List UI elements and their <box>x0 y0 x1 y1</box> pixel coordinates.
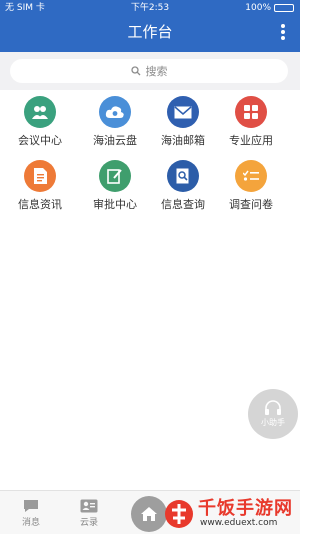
app-approval[interactable]: 审批中心 <box>80 160 150 212</box>
app-info-query[interactable]: 信息查询 <box>148 160 218 212</box>
watermark-url: www.eduext.com <box>200 518 278 528</box>
document-icon <box>24 160 56 192</box>
app-label: 会议中心 <box>18 134 62 147</box>
checklist-icon <box>235 160 267 192</box>
tab-contacts[interactable]: 云录 <box>64 497 114 528</box>
search-input[interactable]: 搜索 <box>10 59 288 83</box>
tab-messages[interactable]: 消息 <box>6 497 56 528</box>
contacts-icon <box>64 497 114 515</box>
search-icon <box>130 66 140 76</box>
tab-label: 消息 <box>21 518 40 528</box>
cloud-icon <box>99 96 131 128</box>
watermark-name: 千饭手游网 <box>198 498 293 519</box>
app-label: 信息资讯 <box>18 198 62 211</box>
app-label: 海油邮箱 <box>161 134 205 147</box>
app-survey[interactable]: 调查问卷 <box>216 160 286 212</box>
battery-status: 100% <box>245 0 294 16</box>
watermark: 千饭手游网 www.eduext.com <box>160 494 300 534</box>
app-header: 无 SIM 卡 下午2:53 100% 工作台 <box>0 0 300 52</box>
assistant-button[interactable]: 小助手 <box>248 389 298 439</box>
status-bar: 无 SIM 卡 下午2:53 100% <box>0 0 300 16</box>
app-label: 专业应用 <box>229 134 273 147</box>
message-icon <box>6 497 56 515</box>
app-mailbox[interactable]: 海油邮箱 <box>148 96 218 148</box>
watermark-logo <box>165 500 193 528</box>
app-cloud-disk[interactable]: 海油云盘 <box>80 96 150 148</box>
home-icon <box>141 507 157 521</box>
edit-icon <box>99 160 131 192</box>
battery-percent: 100% <box>245 3 271 13</box>
grid-icon <box>235 96 267 128</box>
page-title: 工作台 <box>127 23 173 41</box>
more-menu-button[interactable] <box>280 24 286 40</box>
headset-icon <box>265 400 281 415</box>
app-label: 信息查询 <box>161 198 205 211</box>
search-placeholder: 搜索 <box>145 65 168 78</box>
battery-icon <box>274 4 294 12</box>
more-vertical-icon <box>281 24 285 28</box>
app-professional[interactable]: 专业应用 <box>216 96 286 148</box>
people-icon <box>24 96 56 128</box>
app-meeting-center[interactable]: 会议中心 <box>5 96 75 148</box>
app-label: 审批中心 <box>93 198 137 211</box>
mail-icon <box>167 96 199 128</box>
app-news[interactable]: 信息资讯 <box>5 160 75 212</box>
assistant-label: 小助手 <box>261 418 285 427</box>
tab-label: 云录 <box>79 518 98 528</box>
search-bar-area: 搜索 <box>0 52 300 90</box>
app-label: 调查问卷 <box>229 198 273 211</box>
app-label: 海油云盘 <box>93 134 137 147</box>
search-doc-icon <box>167 160 199 192</box>
